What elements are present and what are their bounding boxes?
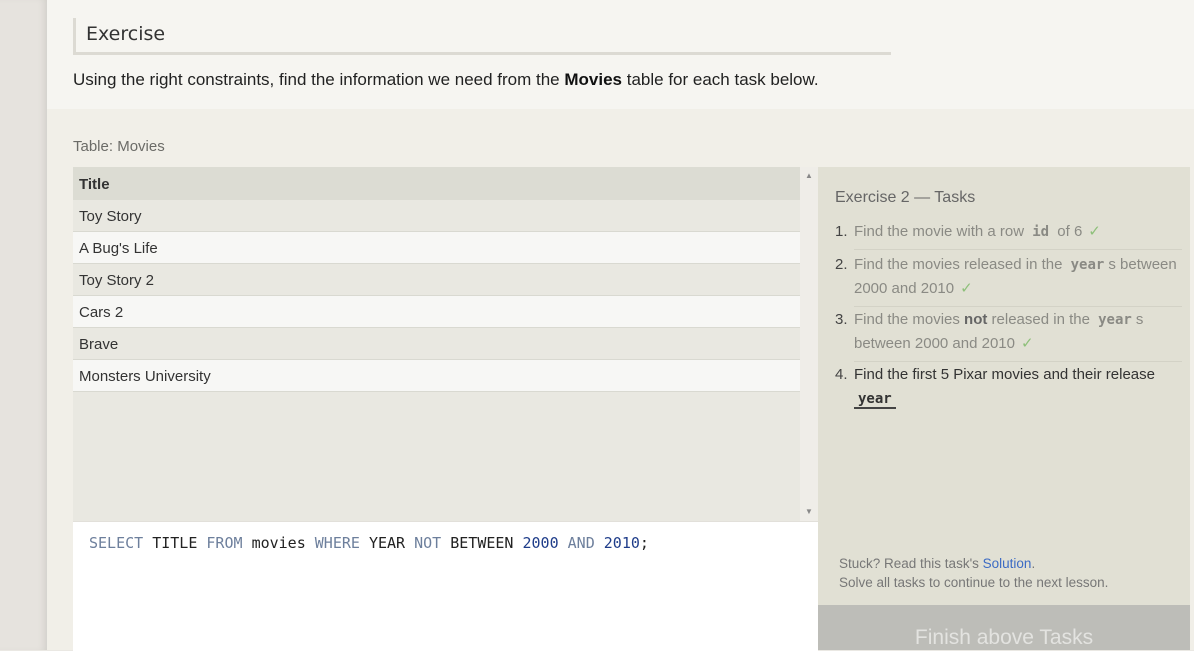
task-number: 2.	[835, 256, 848, 273]
check-icon: ✓	[1020, 335, 1034, 352]
sql-token: movies	[251, 534, 306, 552]
table-row: A Bug's Life	[73, 232, 800, 264]
task-divider	[854, 361, 1182, 362]
finish-tasks-button[interactable]: Finish above Tasks	[818, 605, 1190, 650]
task-code: year	[1098, 312, 1132, 328]
table-label: Table: Movies	[73, 138, 165, 155]
solution-link[interactable]: Solution	[983, 556, 1032, 571]
tasks-title: Exercise 2 — Tasks	[835, 189, 976, 206]
task-text-mid: released in the	[987, 311, 1095, 328]
stuck-prefix: Stuck? Read this task's	[839, 556, 983, 571]
task-text-after: of 6	[1053, 223, 1083, 240]
sql-query-line[interactable]: SELECT TITLE FROM movies WHERE YEAR NOT …	[89, 534, 649, 552]
exercise-heading-text: Exercise	[86, 23, 166, 45]
table-row: Toy Story	[73, 200, 800, 232]
task-number: 4.	[835, 366, 848, 383]
tasks-footer-note: Stuck? Read this task's Solution. Solve …	[839, 554, 1108, 592]
task-text: Find the movies released in the year s be…	[854, 253, 1182, 301]
task-divider	[854, 249, 1182, 250]
task-text: Find the first 5 Pixar movies and their …	[854, 363, 1182, 411]
task-code: year	[854, 391, 896, 409]
sql-token: 2000	[522, 534, 559, 552]
task-text-before: Find the movies released in the	[854, 256, 1067, 273]
exercise-heading: Exercise	[73, 18, 891, 55]
table-row: Monsters University	[73, 360, 800, 392]
intro-prefix: Using the right constraints, find the in…	[73, 70, 565, 89]
task-code: id	[1032, 224, 1050, 240]
sql-token: AND	[567, 534, 595, 552]
sql-token: YEAR	[368, 534, 406, 552]
sql-token: SELECT	[89, 534, 144, 552]
sql-token: WHERE	[314, 534, 360, 552]
check-icon: ✓	[960, 280, 973, 297]
table-cell: A Bug's Life	[79, 240, 158, 257]
task-bold: not	[964, 311, 988, 328]
scroll-up-arrow-icon[interactable]: ▲	[800, 169, 818, 183]
results-table: Title Toy Story A Bug's Life Toy Story 2…	[73, 167, 818, 521]
check-icon: ✓	[1088, 223, 1101, 240]
table-scrollbar[interactable]: ▲ ▼	[800, 167, 818, 521]
table-row: Toy Story 2	[73, 264, 800, 296]
task-text: Find the movies not released in the year…	[854, 308, 1182, 356]
table-cell: Toy Story	[79, 208, 142, 225]
table-row: Brave	[73, 328, 800, 360]
solve-note: Solve all tasks to continue to the next …	[839, 575, 1109, 590]
column-header-title: Title	[73, 167, 800, 200]
intro-suffix: table for each task below.	[622, 70, 819, 89]
sql-token: 2010	[603, 534, 640, 552]
table-cell: Monsters University	[79, 368, 211, 385]
task-divider	[854, 306, 1182, 307]
left-margin	[0, 0, 47, 650]
intro-table-name: Movies	[564, 70, 623, 89]
task-number: 3.	[835, 311, 848, 328]
table-cell: Brave	[79, 336, 119, 353]
task-code: year	[1070, 257, 1105, 273]
task-number: 1.	[835, 223, 848, 240]
task-text-before: Find the movies	[854, 311, 965, 328]
lesson-page: Exercise Using the right constraints, fi…	[47, 0, 1194, 651]
sql-token: TITLE	[152, 534, 198, 552]
exercise-intro: Using the right constraints, find the in…	[73, 70, 819, 90]
sql-token: BETWEEN	[450, 534, 514, 552]
sql-editor[interactable]: SELECT TITLE FROM movies WHERE YEAR NOT …	[73, 521, 818, 651]
task-text-before: Find the movie with a row	[854, 223, 1029, 240]
sql-token: ;	[639, 534, 649, 552]
table-cell: Toy Story 2	[79, 272, 155, 289]
scroll-down-arrow-icon[interactable]: ▼	[800, 505, 818, 519]
task-text-before: Find the first 5 Pixar movies and their …	[854, 366, 1155, 383]
stuck-suffix: .	[1031, 556, 1036, 571]
stuck-line: Stuck? Read this task's Solution.	[839, 554, 1108, 573]
task-text: Find the movie with a row id of 6 ✓	[854, 220, 1182, 244]
exercise-header-section: Exercise Using the right constraints, fi…	[47, 0, 1194, 109]
table-row: Cars 2	[73, 296, 800, 328]
tasks-panel: Exercise 2 — Tasks 1. Find the movie wit…	[818, 167, 1190, 605]
table-cell: Cars 2	[79, 304, 124, 321]
sql-token: FROM	[206, 534, 243, 552]
sql-token: NOT	[414, 534, 442, 552]
